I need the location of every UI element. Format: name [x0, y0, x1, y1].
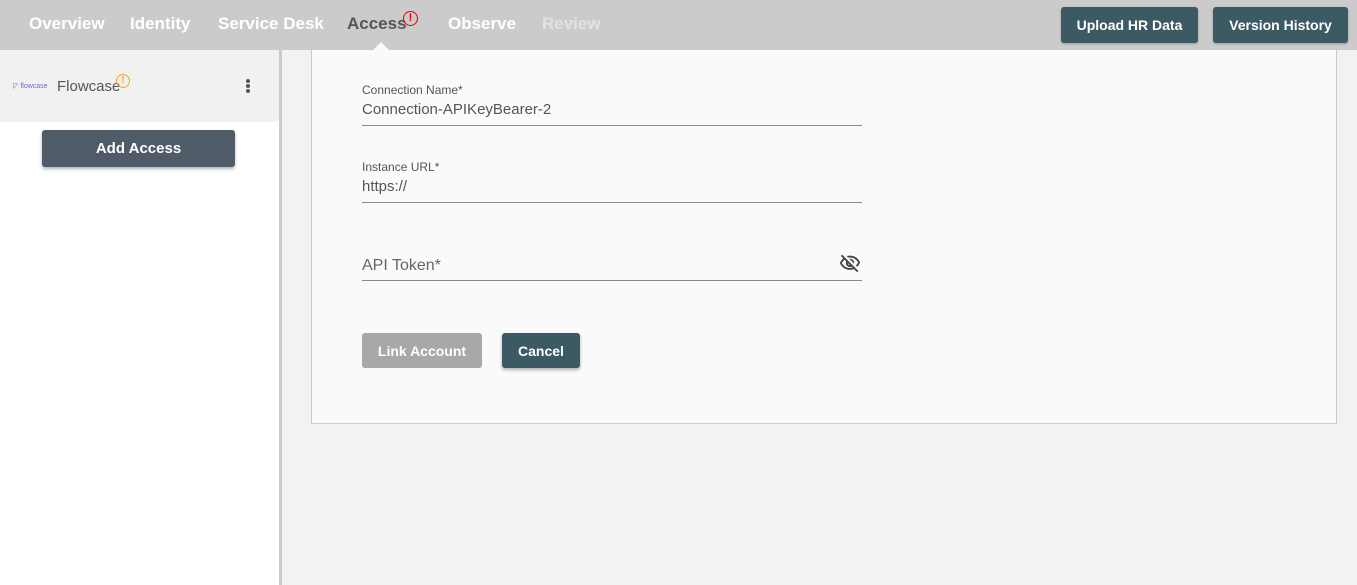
main-content: Connection Name* Instance URL* API Token…: [282, 50, 1357, 585]
connection-name-label: Connection Name*: [362, 83, 463, 97]
more-options-icon[interactable]: [240, 79, 256, 97]
cancel-button[interactable]: Cancel: [502, 333, 580, 368]
tab-label: Observe: [448, 14, 517, 33]
tab-identity[interactable]: Identity: [130, 14, 190, 34]
add-access-button[interactable]: Add Access: [42, 130, 235, 167]
tab-label: Overview: [29, 14, 105, 33]
tab-review: Review: [542, 14, 601, 34]
alert-icon: !: [403, 11, 418, 26]
version-history-button[interactable]: Version History: [1213, 7, 1348, 43]
eye-off-icon[interactable]: [838, 252, 862, 274]
instance-url-label: Instance URL*: [362, 160, 440, 174]
integration-name: Flowcase: [57, 78, 121, 95]
connection-name-field[interactable]: Connection Name*: [362, 81, 862, 126]
upload-hr-data-button[interactable]: Upload HR Data: [1061, 7, 1198, 43]
instance-url-field[interactable]: Instance URL*: [362, 159, 862, 203]
api-token-field[interactable]: API Token*: [362, 250, 862, 281]
tab-overview[interactable]: Overview: [29, 14, 105, 34]
link-account-button: Link Account: [362, 333, 482, 368]
sidebar: ◸ flowcase Flowcase ! Add Access: [0, 50, 279, 585]
active-tab-indicator: [373, 42, 389, 50]
warning-icon: !: [116, 74, 130, 88]
api-token-placeholder: API Token*: [362, 257, 441, 274]
tab-label: Service Desk: [218, 14, 324, 33]
tab-service-desk[interactable]: Service Desk: [218, 14, 324, 34]
connection-name-input[interactable]: [362, 101, 832, 118]
tab-access[interactable]: Access !: [347, 11, 418, 34]
connection-form: Connection Name* Instance URL* API Token…: [311, 50, 1337, 424]
instance-url-input[interactable]: [362, 178, 832, 195]
logo-text: flowcase: [20, 83, 48, 90]
flowcase-logo: ◸ flowcase: [13, 83, 48, 90]
tab-label: Identity: [130, 14, 191, 33]
tab-label: Review: [542, 14, 601, 33]
tab-label: Access: [347, 14, 407, 33]
tab-observe[interactable]: Observe: [448, 14, 516, 34]
top-navigation-bar: Overview Identity Service Desk Access ! …: [0, 0, 1357, 50]
integration-list-item[interactable]: ◸ flowcase Flowcase !: [0, 50, 279, 122]
